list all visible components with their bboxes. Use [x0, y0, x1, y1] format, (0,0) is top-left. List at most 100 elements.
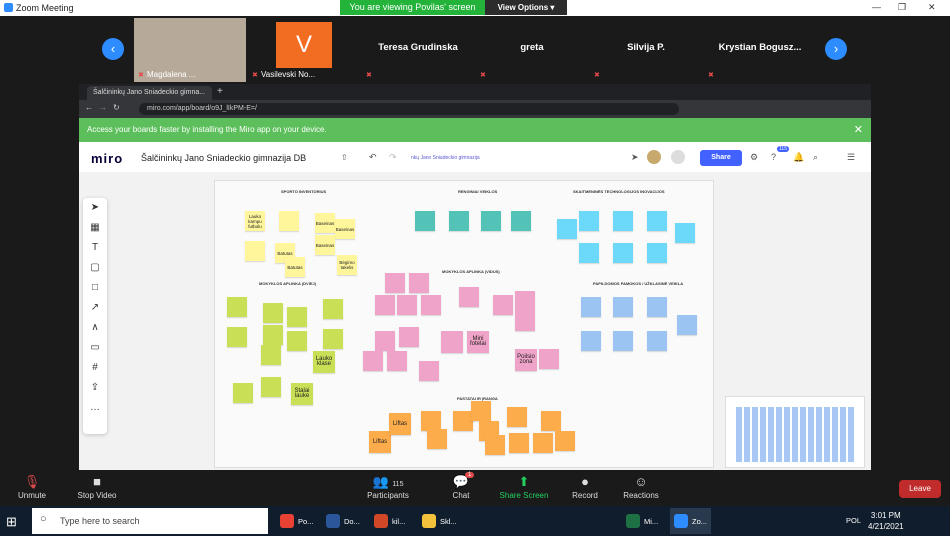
sticky-note[interactable] — [421, 411, 441, 431]
undo-icon[interactable]: ↶ — [369, 152, 377, 163]
share-screen-button[interactable]: ⬆ Share Screen — [496, 474, 552, 500]
sticky-note[interactable] — [245, 241, 265, 261]
reload-icon[interactable]: ↻ — [113, 103, 120, 112]
sticky-note[interactable] — [507, 407, 527, 427]
search-icon[interactable]: ⌕ — [813, 152, 818, 163]
taskbar-app[interactable]: kil... — [370, 508, 409, 534]
sticky-note[interactable] — [515, 311, 535, 331]
sticky-note[interactable] — [263, 303, 283, 323]
sticky-note[interactable] — [647, 243, 667, 263]
sticky-note[interactable] — [261, 377, 281, 397]
sticky-note[interactable] — [613, 211, 633, 231]
sticky-note[interactable] — [459, 287, 479, 307]
sticky-note[interactable] — [421, 295, 441, 315]
sticky-note[interactable] — [511, 211, 531, 231]
text-icon[interactable]: T — [83, 238, 107, 258]
sticky-note[interactable] — [613, 297, 633, 317]
sticky-note[interactable] — [675, 223, 695, 243]
template-icon[interactable]: ▦ — [83, 218, 107, 238]
sticky-note[interactable]: Liftas — [389, 413, 411, 435]
sticky-note[interactable] — [647, 297, 667, 317]
sticky-note[interactable] — [555, 431, 575, 451]
windows-start-icon[interactable]: ⊞ — [6, 514, 17, 530]
prev-participants-icon[interactable]: ‹ — [102, 38, 124, 60]
board-canvas[interactable]: SPORTO INVENTORIUS RENGINIAI VEIKLOS SKA… — [79, 172, 871, 470]
sticky-note[interactable] — [287, 307, 307, 327]
participant-tile[interactable]: Krystian Bogusz... ✖ — [704, 18, 816, 82]
participant-tile[interactable]: Teresa Grudinska ✖ — [362, 18, 474, 82]
participant-tile[interactable]: V ✖ Vasilevski No... — [248, 18, 360, 82]
reactions-button[interactable]: ☺ Reactions — [620, 474, 662, 500]
view-options-button[interactable]: View Options ▾ — [485, 0, 567, 15]
participant-tile[interactable]: ✖ Magdalena ... — [134, 18, 246, 82]
sticky-note[interactable] — [613, 243, 633, 263]
sticky-note[interactable] — [323, 329, 343, 349]
minimap[interactable] — [725, 396, 865, 468]
sticky-note[interactable] — [397, 295, 417, 315]
sticky-note[interactable]: Batutas — [285, 257, 305, 277]
frame-icon[interactable]: # — [83, 358, 107, 378]
sticky-note[interactable] — [541, 411, 561, 431]
taskbar-app[interactable]: Mi... — [622, 508, 662, 534]
sticky-note-icon[interactable]: ▢ — [83, 258, 107, 278]
browser-tab[interactable]: Šalčininkų Jano Sniadeckio gimna... — [87, 86, 212, 100]
shape-icon[interactable]: □ — [83, 278, 107, 298]
sticky-note[interactable]: Baseinas — [315, 213, 335, 233]
stop-video-button[interactable]: ■ Stop Video — [72, 474, 122, 500]
sticky-note[interactable] — [375, 295, 395, 315]
taskbar-search[interactable]: ○ Type here to search — [32, 508, 268, 534]
minimize-icon[interactable]: — — [872, 2, 881, 12]
taskbar-app[interactable]: Po... — [276, 508, 317, 534]
sticky-note[interactable] — [481, 211, 501, 231]
record-button[interactable]: ● Record — [568, 474, 602, 500]
url-field[interactable]: miro.com/app/board/o9J_lIkPM-E=/ — [139, 103, 679, 115]
comment-icon[interactable]: ▭ — [83, 338, 107, 358]
sticky-note[interactable]: Mini fotelai — [467, 331, 489, 353]
pen-icon[interactable]: ∧ — [83, 318, 107, 338]
settings-icon[interactable]: ⚙ — [750, 152, 758, 163]
sticky-note[interactable] — [581, 331, 601, 351]
sticky-note[interactable] — [233, 383, 253, 403]
forward-icon[interactable]: → — [99, 103, 107, 112]
taskbar-app[interactable]: Zo... — [670, 508, 712, 534]
sticky-note[interactable]: Lauko klase — [313, 351, 335, 373]
upload-icon[interactable]: ⇪ — [83, 378, 107, 398]
sticky-note[interactable] — [647, 331, 667, 351]
sticky-note[interactable] — [279, 211, 299, 231]
clock[interactable]: 3:01 PM 4/21/2021 — [868, 510, 904, 532]
participants-button[interactable]: 👥 115 Participants — [362, 474, 414, 500]
sticky-note[interactable] — [227, 327, 247, 347]
sticky-note[interactable]: Liftas — [369, 431, 391, 453]
sticky-note[interactable] — [449, 211, 469, 231]
sticky-note[interactable]: Baseinas — [315, 235, 335, 255]
sticky-note[interactable] — [387, 351, 407, 371]
sticky-note[interactable] — [579, 211, 599, 231]
sticky-note[interactable] — [419, 361, 439, 381]
sticky-note[interactable] — [427, 429, 447, 449]
sticky-note[interactable] — [485, 435, 505, 455]
upload-icon[interactable]: ⇧ — [341, 153, 348, 162]
sticky-note[interactable]: Poilsio zona — [515, 349, 537, 371]
sticky-note[interactable] — [441, 331, 463, 353]
sticky-note[interactable] — [363, 351, 383, 371]
sticky-note[interactable] — [453, 411, 473, 431]
sticky-note[interactable] — [471, 401, 491, 421]
banner-close-icon[interactable]: ✕ — [854, 123, 863, 136]
unmute-button[interactable]: 🎙 Unmute — [12, 474, 52, 500]
sticky-note[interactable]: Lauko kampu futbolu — [245, 211, 265, 231]
line-icon[interactable]: ↗ — [83, 298, 107, 318]
participant-tile[interactable]: Silvija P. ✖ — [590, 18, 702, 82]
redo-icon[interactable]: ↷ — [389, 152, 397, 163]
sticky-note[interactable] — [227, 297, 247, 317]
sticky-note[interactable] — [581, 297, 601, 317]
sticky-note[interactable] — [385, 273, 405, 293]
sticky-note[interactable] — [261, 345, 281, 365]
taskbar-app[interactable]: Skl... — [418, 508, 461, 534]
participant-tile[interactable]: greta ✖ — [476, 18, 588, 82]
board-name[interactable]: Šalčininkų Jano Sniadeckio gimnazija DB — [141, 153, 306, 163]
help-icon[interactable]: ? — [771, 152, 776, 162]
maximize-icon[interactable]: ❐ — [898, 2, 906, 13]
leave-button[interactable]: Leave — [899, 480, 941, 498]
next-participants-icon[interactable]: › — [825, 38, 847, 60]
sticky-note[interactable] — [509, 433, 529, 453]
